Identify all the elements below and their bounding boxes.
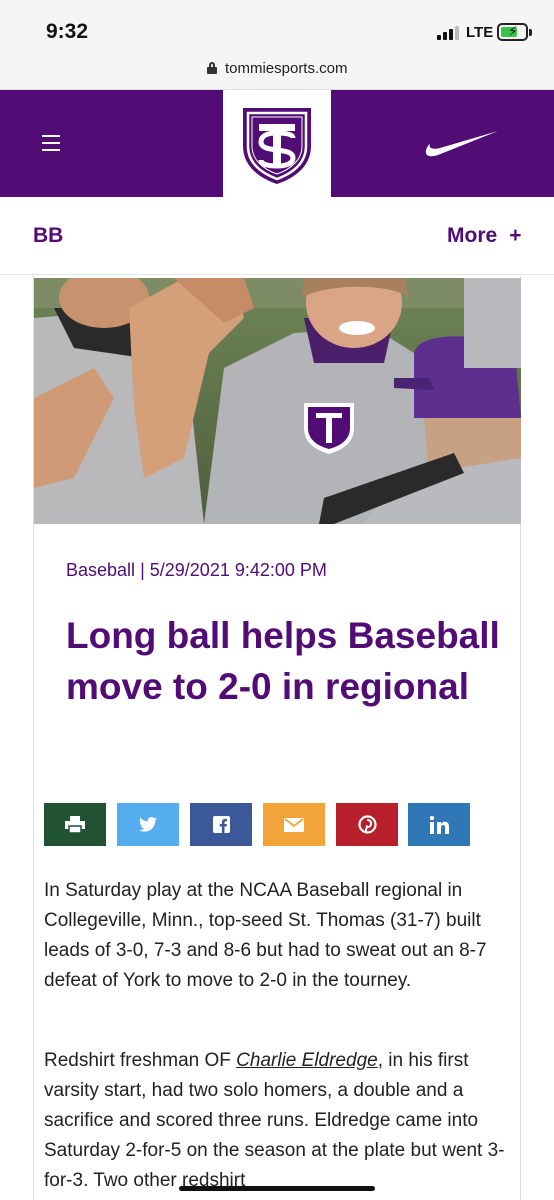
battery-cap xyxy=(529,29,532,36)
article-photo xyxy=(34,278,521,524)
linkedin-icon xyxy=(429,815,449,834)
twitter-share-button[interactable] xyxy=(117,803,179,846)
nike-swoosh-icon xyxy=(425,131,498,157)
baseball-players-celebrating-photo xyxy=(34,278,521,524)
more-menu-button[interactable]: More + xyxy=(447,224,521,248)
pinterest-share-button[interactable] xyxy=(336,803,398,846)
article-meta: Baseball | 5/29/2021 9:42:00 PM xyxy=(66,560,327,581)
print-button[interactable] xyxy=(44,803,106,846)
linkedin-share-button[interactable] xyxy=(408,803,470,846)
facebook-icon xyxy=(212,816,230,833)
battery-icon: ⚡ xyxy=(497,23,528,41)
plus-icon: + xyxy=(509,224,522,247)
pinterest-icon xyxy=(357,815,377,834)
player-link[interactable]: Charlie Eldredge xyxy=(236,1050,378,1071)
status-time: 9:32 xyxy=(46,20,89,43)
home-logo-link[interactable] xyxy=(223,90,331,197)
facebook-share-button[interactable] xyxy=(190,803,252,846)
article-paragraph-2: Redshirt freshman OF Charlie Eldredge, i… xyxy=(44,1046,514,1196)
email-share-button[interactable] xyxy=(263,803,325,846)
section-subnav: BB More + xyxy=(0,197,554,275)
tommies-shield-logo-icon xyxy=(243,108,311,184)
twitter-icon xyxy=(139,817,157,832)
home-indicator[interactable] xyxy=(179,1186,375,1191)
cellular-signal-icon xyxy=(437,26,461,40)
more-label: More xyxy=(447,224,498,247)
address-bar[interactable]: tommiesports.com xyxy=(0,52,554,90)
paragraph-2-intro: Redshirt freshman OF xyxy=(44,1050,237,1071)
charging-bolt-icon: ⚡ xyxy=(508,23,518,39)
lock-icon xyxy=(206,62,217,74)
hamburger-menu-icon[interactable] xyxy=(42,134,60,152)
email-icon xyxy=(284,817,304,832)
url-text[interactable]: tommiesports.com xyxy=(225,60,348,77)
article-date: 5/29/2021 9:42:00 PM xyxy=(149,560,327,580)
paragraph-2-body: , in his first varsity start, had two so… xyxy=(44,1050,505,1191)
network-type: LTE xyxy=(466,24,494,41)
article-paragraph-1: In Saturday play at the NCAA Baseball re… xyxy=(44,880,487,991)
article-category[interactable]: Baseball xyxy=(66,560,135,580)
meta-separator: | xyxy=(140,560,145,580)
article-headline: Long ball helps Baseball move to 2-0 in … xyxy=(66,615,500,707)
section-title[interactable]: BB xyxy=(33,224,63,248)
print-icon xyxy=(65,815,85,834)
